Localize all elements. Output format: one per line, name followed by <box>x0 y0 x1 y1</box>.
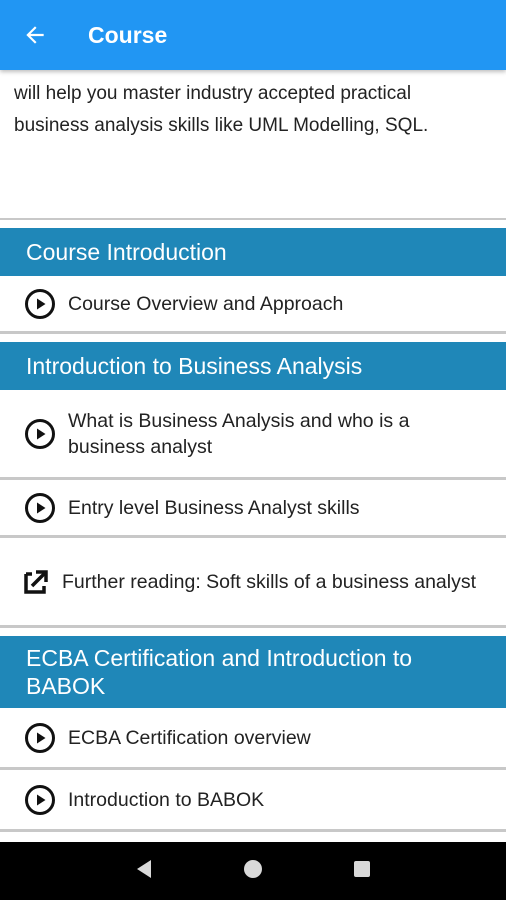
nav-home-icon[interactable] <box>242 858 264 885</box>
external-link-icon <box>22 568 52 596</box>
course-description: will help you master industry accepted p… <box>0 70 506 220</box>
play-circle-icon <box>24 418 58 450</box>
lesson-item[interactable]: What is Business Analysis and who is a b… <box>0 390 506 480</box>
lesson-label: What is Business Analysis and who is a b… <box>68 409 410 458</box>
reading-item[interactable]: Further reading: Soft skills of a busine… <box>0 538 506 628</box>
lesson-label: Entry level Business Analyst skills <box>68 496 360 519</box>
play-circle-icon <box>24 492 58 524</box>
reading-label: Further reading: Soft skills of a busine… <box>62 570 477 593</box>
back-button[interactable] <box>0 0 70 70</box>
course-content[interactable]: will help you master industry accepted p… <box>0 70 506 842</box>
lesson-item[interactable]: Entry level Business Analyst skills <box>0 480 506 538</box>
lesson-label: ECBA Certification overview <box>68 726 311 749</box>
section-header-introduction-to-business-analysis: Introduction to Business Analysis <box>0 342 506 390</box>
play-circle-icon <box>24 288 58 320</box>
arrow-left-icon <box>26 26 44 44</box>
app-bar: Course <box>0 0 506 70</box>
description-line-1: will help you master industry accepted p… <box>14 83 412 104</box>
nav-recents-icon[interactable] <box>351 858 373 885</box>
play-circle-icon <box>24 784 58 816</box>
play-circle-icon <box>24 722 58 754</box>
lesson-item[interactable]: ECBA Certification overview <box>0 708 506 770</box>
nav-back-icon[interactable] <box>133 858 155 885</box>
section-header-course-introduction: Course Introduction <box>0 228 506 276</box>
page-title: Course <box>88 21 168 48</box>
lesson-label: Introduction to BABOK <box>68 788 265 811</box>
section-header-ecba-certification: ECBA Certification and Introduction to B… <box>0 636 506 708</box>
description-line-2: business analysis skills like UML Modell… <box>14 115 429 136</box>
lesson-item[interactable]: Introduction to BABOK <box>0 770 506 832</box>
lesson-item[interactable]: Course Overview and Approach <box>0 276 506 334</box>
system-navigation-bar <box>0 842 506 900</box>
lesson-label: Course Overview and Approach <box>68 292 344 315</box>
